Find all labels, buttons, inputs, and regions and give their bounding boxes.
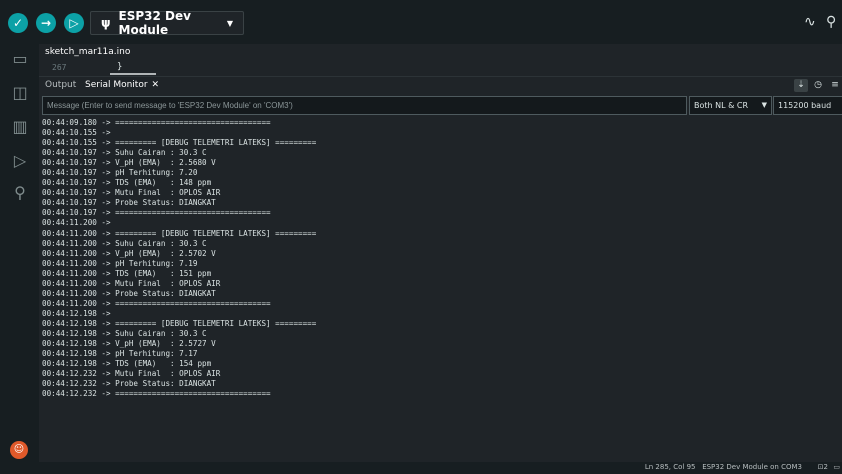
log-line: 00:44:12.198 -> pH Terhitung: 7.17 xyxy=(42,349,198,359)
baud-rate-value: 115200 baud xyxy=(778,101,832,110)
account-avatar[interactable]: ☺ xyxy=(10,441,28,459)
cursor-position: Ln 285, Col 95 xyxy=(644,463,696,471)
chevron-down-icon: ▼ xyxy=(226,18,233,28)
log-line: 00:44:11.200 -> Suhu Cairan : 30.3 C xyxy=(42,238,207,248)
log-line: 00:44:10.155 -> ========= [DEBUG TELEMET… xyxy=(42,138,317,148)
log-line: 00:44:12.198 -> Suhu Cairan : 30.3 C xyxy=(42,328,207,338)
line-ending-select[interactable]: Both NL & CR ▼ xyxy=(689,96,772,115)
log-line: 00:44:11.200 -> V_pH (EMA) : 2.5702 V xyxy=(42,248,216,258)
log-line: 00:44:12.198 -> TDS (EMA) : 154 ppm xyxy=(42,359,212,369)
log-line: 00:44:09.180 -> ========================… xyxy=(42,118,271,127)
log-line: 00:44:11.200 -> pH Terhitung: 7.19 xyxy=(42,258,198,268)
log-line: 00:44:12.198 -> ========= [DEBUG TELEMET… xyxy=(42,318,317,328)
serial-output[interactable]: 00:44:09.180 -> ========================… xyxy=(39,118,842,462)
board-port-status: ESP32 Dev Module on COM3 xyxy=(702,463,802,471)
line-number: 267 xyxy=(52,63,67,72)
board-selector[interactable]: ψ ESP32 Dev Module ▼ xyxy=(90,9,244,37)
log-line: 00:44:12.232 -> Mutu Final : OPLOS AIR xyxy=(42,369,221,379)
debug-button[interactable]: ▷ xyxy=(64,13,84,33)
debug-sidebar-icon[interactable]: ▷ xyxy=(9,150,31,172)
verify-button[interactable]: ✓ xyxy=(8,13,28,33)
baud-rate-select[interactable]: 115200 baud xyxy=(773,96,842,115)
serial-message-input[interactable]: Message (Enter to send message to 'ESP32… xyxy=(42,96,687,115)
close-icon[interactable]: ✕ xyxy=(152,80,160,90)
timestamp-icon[interactable]: ◷ xyxy=(811,79,825,92)
status-bar: Ln 285, Col 95 ESP32 Dev Module on COM3 … xyxy=(0,462,842,474)
search-icon[interactable]: ⚲ xyxy=(9,182,31,204)
log-line: 00:44:10.197 -> V_pH (EMA) : 2.5680 V xyxy=(42,158,216,168)
log-line: 00:44:10.197 -> pH Terhitung: 7.20 xyxy=(42,168,198,178)
autoscroll-icon[interactable]: ⇣ xyxy=(794,79,808,92)
panel-tab-bar: Output Serial Monitor ✕ ⇣ ◷ ≡ xyxy=(39,76,842,94)
editor-line: 267 } xyxy=(39,62,842,75)
log-line: 00:44:10.197 -> Mutu Final : OPLOS AIR xyxy=(42,188,221,198)
log-line: 00:44:12.232 -> ========================… xyxy=(42,389,271,399)
notification-count[interactable]: ⊡2 xyxy=(818,463,828,471)
log-line: 00:44:12.232 -> Probe Status: DIANGKAT xyxy=(42,379,216,389)
panel-actions: ⇣ ◷ ≡ xyxy=(794,79,842,92)
line-ending-value: Both NL & CR xyxy=(694,101,749,110)
check-icon: ✓ xyxy=(12,16,24,30)
debug-icon: ▷ xyxy=(69,16,79,30)
log-line: 00:44:12.198 -> V_pH (EMA) : 2.5727 V xyxy=(42,339,216,349)
log-line: 00:44:11.200 -> ========= [DEBUG TELEMET… xyxy=(42,228,317,238)
log-line: 00:44:11.200 -> Mutu Final : OPLOS AIR xyxy=(42,278,221,288)
horizontal-scrollbar[interactable] xyxy=(110,73,156,75)
tab-output[interactable]: Output xyxy=(45,80,76,90)
status-info: Ln 285, Col 95 ESP32 Dev Module on COM3 xyxy=(645,463,802,471)
top-toolbar: ✓ → ▷ ψ ESP32 Dev Module ▼ ∿ ⚲ xyxy=(0,0,842,44)
library-icon[interactable]: ▥ xyxy=(9,116,31,138)
chevron-down-icon: ▼ xyxy=(761,101,767,109)
clear-output-icon[interactable]: ≡ xyxy=(828,79,842,92)
code-text[interactable]: } xyxy=(117,62,122,72)
log-line: 00:44:11.200 -> xyxy=(42,218,111,228)
layout-icon[interactable]: ▭ xyxy=(833,463,840,471)
serial-plotter-icon[interactable]: ∿ xyxy=(804,14,816,30)
board-label: ESP32 Dev Module xyxy=(118,9,191,37)
usb-icon: ψ xyxy=(101,16,111,30)
log-line: 00:44:10.197 -> Probe Status: DIANGKAT xyxy=(42,198,216,208)
arrow-right-icon: → xyxy=(40,16,52,30)
folder-icon[interactable]: ▭ xyxy=(9,48,31,70)
board-manager-icon[interactable]: ◫ xyxy=(9,82,31,104)
log-line: 00:44:10.197 -> TDS (EMA) : 148 ppm xyxy=(42,178,212,188)
serial-monitor-icon[interactable]: ⚲ xyxy=(826,14,836,30)
log-line: 00:44:10.197 -> Suhu Cairan : 30.3 C xyxy=(42,148,207,158)
log-line: 00:44:11.200 -> TDS (EMA) : 151 ppm xyxy=(42,268,212,278)
editor-tab-bar: sketch_mar11a.ino xyxy=(39,44,842,62)
serial-input-row: Message (Enter to send message to 'ESP32… xyxy=(39,95,842,116)
activity-bar: ▭ ◫ ▥ ▷ ⚲ xyxy=(0,44,39,474)
upload-button[interactable]: → xyxy=(36,13,56,33)
log-line: 00:44:11.200 -> ========================… xyxy=(42,298,271,308)
log-line: 00:44:10.197 -> ========================… xyxy=(42,208,271,218)
log-line: 00:44:10.155 -> xyxy=(42,128,111,138)
log-line: 00:44:12.198 -> xyxy=(42,308,111,318)
log-line: 00:44:11.200 -> Probe Status: DIANGKAT xyxy=(42,288,216,298)
tab-serial-monitor[interactable]: Serial Monitor ✕ xyxy=(85,80,159,90)
tab-serial-monitor-label: Serial Monitor xyxy=(85,80,148,90)
file-tab[interactable]: sketch_mar11a.ino xyxy=(39,44,137,62)
